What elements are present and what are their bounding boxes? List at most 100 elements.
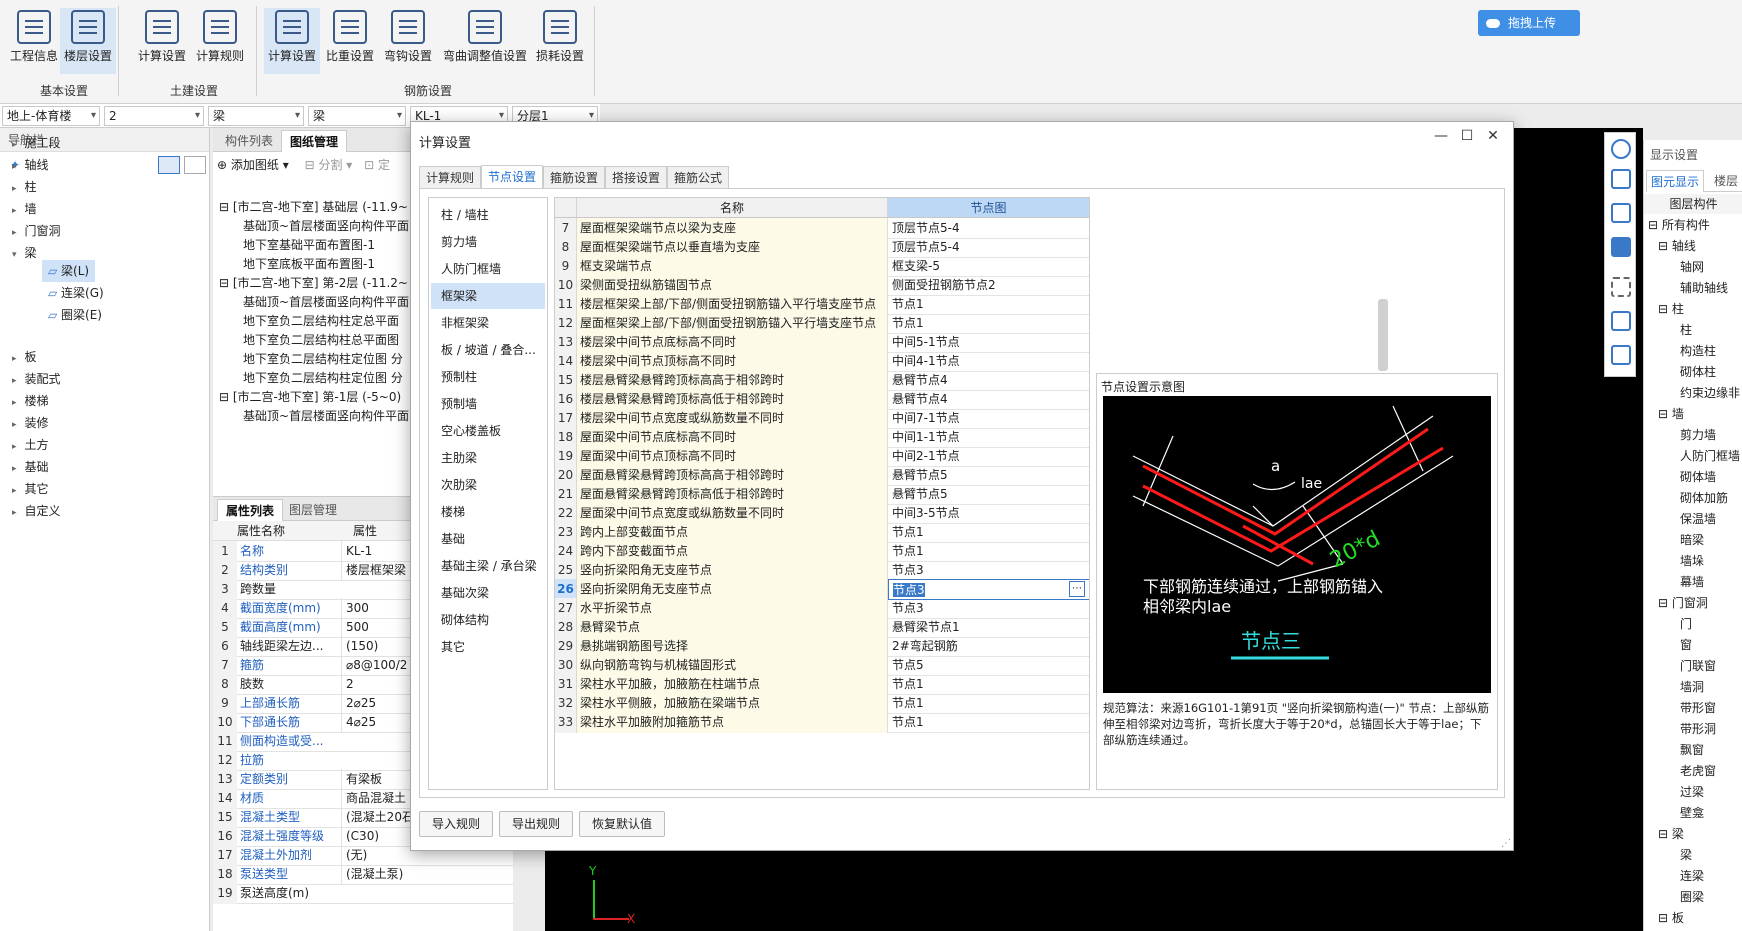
display-item[interactable]: ⊟ 轴线 [1658, 237, 1696, 254]
node-diagram-value[interactable]: 中间3-5节点 [888, 503, 1089, 524]
nav-beam-child-2[interactable]: ▱ 圈梁(E) [42, 304, 108, 326]
settings-view-icon[interactable] [1611, 345, 1631, 365]
display-item[interactable]: 飘窗 [1680, 741, 1704, 758]
tab-stirrup-settings[interactable]: 箍筋设置 [543, 166, 606, 188]
nav-item-4[interactable]: ▸ 门窗洞 [12, 222, 61, 239]
display-item[interactable]: 构造柱 [1680, 342, 1716, 359]
collapse-icon[interactable]: ⊟ [1658, 911, 1672, 925]
display-item[interactable]: 带形窗 [1680, 699, 1716, 716]
node-setting-row[interactable]: 22 屋面梁中间节点宽度或纵筋数量不同时 中间3-5节点 [555, 503, 1089, 524]
node-diagram-value[interactable]: 节点1 [888, 313, 1089, 334]
list-view-icon[interactable] [158, 156, 180, 174]
category-item[interactable]: 非框架梁 [431, 310, 545, 336]
display-item[interactable]: 幕墙 [1680, 573, 1704, 590]
node-setting-row[interactable]: 32 梁柱水平侧腋，加腋筋在梁端节点 节点1 [555, 693, 1089, 714]
node-setting-row[interactable]: 18 屋面梁中间节点底标高不同时 中间1-1节点 [555, 427, 1089, 448]
node-diagram-value[interactable]: 侧面受扭钢筋节点2 [888, 275, 1089, 296]
nav-item-8[interactable]: ▸ 楼梯 [12, 392, 49, 409]
node-diagram-value[interactable]: 节点1 [888, 294, 1089, 315]
chevron-right-icon[interactable]: ▸ [12, 228, 17, 238]
chevron-right-icon[interactable]: ▸ [12, 486, 17, 496]
drawing-item[interactable]: 地下室负二层结构柱总平面图 [243, 331, 409, 348]
node-diagram-value[interactable]: 悬臂节点5 [888, 484, 1089, 505]
display-item[interactable]: ⊟ 墙 [1658, 405, 1684, 422]
chevron-right-icon[interactable]: ▸ [12, 140, 17, 150]
display-item[interactable]: 老虎窗 [1680, 762, 1716, 779]
close-icon[interactable]: ✕ [1483, 128, 1503, 144]
node-setting-row[interactable]: 24 跨内下部变截面节点 节点1 [555, 541, 1089, 562]
display-item[interactable]: 带形洞 [1680, 720, 1716, 737]
resize-grip-icon[interactable]: ⋰ [1501, 838, 1511, 849]
display-item[interactable]: 梁 [1680, 846, 1692, 863]
add-drawing-button[interactable]: ⊕ 添加图纸 ▾ [217, 158, 289, 172]
drawing-floor-node[interactable]: ⊟ [市二宫-地下室] 基础层 (-11.9~ [219, 198, 409, 215]
node-diagram-value[interactable]: 中间4-1节点 [888, 351, 1089, 372]
category-item[interactable]: 柱 / 墙柱 [431, 202, 545, 228]
more-options-icon[interactable]: ⋯ [1069, 581, 1085, 597]
chevron-right-icon[interactable]: ▸ [12, 464, 17, 474]
display-item[interactable]: 约束边缘非 [1680, 384, 1740, 401]
tab-layer-management[interactable]: 图层管理 [281, 499, 345, 521]
node-diagram-value[interactable]: 节点1 [888, 674, 1089, 695]
nav-item-6[interactable]: ▸ 板 [12, 348, 37, 365]
node-setting-row[interactable]: 30 纵向钢筋弯钩与机械锚固形式 节点5 [555, 655, 1089, 676]
display-item[interactable]: 连梁 [1680, 867, 1704, 884]
drawing-item[interactable]: 基础顶~首层楼面竖向构件平面 [243, 407, 409, 424]
node-setting-row[interactable]: 26 竖向折梁阴角无支座节点 节点3 ⋯ [555, 579, 1089, 600]
nav-item-10[interactable]: ▸ 土方 [12, 436, 49, 453]
node-setting-row[interactable]: 9 框支梁端节点 框支梁-5 [555, 256, 1089, 277]
node-setting-row[interactable]: 27 水平折梁节点 节点3 [555, 598, 1089, 619]
tree-view-icon[interactable] [184, 156, 206, 174]
node-diagram-value[interactable]: 顶层节点5-4 [888, 218, 1089, 239]
node-setting-row[interactable]: 25 竖向折梁阳角无支座节点 节点3 [555, 560, 1089, 581]
node-diagram-value[interactable]: 框支梁-5 [888, 256, 1089, 277]
display-item[interactable]: ⊟ 板 [1658, 909, 1684, 926]
display-item[interactable]: 砌体柱 [1680, 363, 1716, 380]
node-diagram-value[interactable]: 2#弯起钢筋 [888, 636, 1089, 657]
orbit-view-icon[interactable] [1611, 139, 1631, 159]
display-item[interactable]: 墙垛 [1680, 552, 1704, 569]
display-item[interactable]: 保温墙 [1680, 510, 1716, 527]
property-row[interactable]: 18 泵送类型 (混凝土泵) [213, 864, 513, 885]
chevron-right-icon[interactable]: ▸ [12, 162, 17, 172]
category-item[interactable]: 剪力墙 [431, 229, 545, 255]
drawing-item[interactable]: 地下室负二层结构柱定位图 分 [243, 350, 409, 367]
display-item[interactable]: 门联窗 [1680, 657, 1716, 674]
node-diagram-value[interactable]: 节点3 ⋯ [888, 579, 1089, 600]
display-item[interactable]: 圈梁 [1680, 888, 1704, 905]
display-item[interactable]: 窗 [1680, 636, 1692, 653]
display-item[interactable]: 柱 [1680, 321, 1692, 338]
project-info-button[interactable]: 工程信息 [6, 8, 62, 74]
tab-lap-settings[interactable]: 搭接设置 [605, 166, 668, 188]
node-diagram-value[interactable]: 中间2-1节点 [888, 446, 1089, 467]
nav-beam-child-0[interactable]: ▱ 梁(L) [42, 260, 96, 282]
building-select[interactable]: 地上-体育楼 [2, 106, 100, 126]
display-item[interactable]: 砌体加筋 [1680, 489, 1728, 506]
category-item[interactable]: 楼梯 [431, 499, 545, 525]
node-diagram-value[interactable]: 节点1 [888, 522, 1089, 543]
node-diagram-value[interactable]: 中间1-1节点 [888, 427, 1089, 448]
node-setting-row[interactable]: 13 楼层梁中间节点底标高不同时 中间5-1节点 [555, 332, 1089, 353]
tab-drawing-management[interactable]: 图纸管理 [281, 130, 348, 152]
chevron-right-icon[interactable]: ▸ [12, 508, 17, 518]
category-item[interactable]: 空心楼盖板 [431, 418, 545, 444]
drawing-item[interactable]: 地下室负二层结构柱定位图 分 [243, 369, 409, 386]
category-item[interactable]: 基础 [431, 526, 545, 552]
display-item[interactable]: ⊟ 所有构件 [1648, 216, 1710, 233]
node-diagram-value[interactable]: 节点1 [888, 541, 1089, 562]
display-item[interactable]: 墙洞 [1680, 678, 1704, 695]
drawing-item[interactable]: 基础顶~首层楼面竖向构件平面 [243, 293, 409, 310]
split-button[interactable]: ⊟ 分割 ▾ [305, 158, 353, 172]
drawing-item[interactable]: 地下室负二层结构柱定总平面 [243, 312, 409, 329]
chevron-right-icon[interactable]: ▸ [12, 420, 17, 430]
drawing-floor-node[interactable]: ⊟ [市二宫-地下室] 第-1层 (-5~0) [219, 388, 409, 405]
chevron-right-icon[interactable]: ▸ [12, 184, 17, 194]
chevron-right-icon[interactable]: ▸ [12, 376, 17, 386]
type-select[interactable]: 梁 [308, 106, 406, 126]
collapse-icon[interactable]: ⊟ [1658, 239, 1672, 253]
node-setting-row[interactable]: 20 屋面悬臂梁悬臂跨顶标高高于相邻跨时 悬臂节点5 [555, 465, 1089, 486]
density-settings-button[interactable]: 比重设置 [322, 8, 378, 74]
loss-settings-button[interactable]: 损耗设置 [532, 8, 588, 74]
calc-rules-button[interactable]: 计算规则 [192, 8, 248, 74]
collapse-icon[interactable]: ⊟ [219, 390, 233, 404]
